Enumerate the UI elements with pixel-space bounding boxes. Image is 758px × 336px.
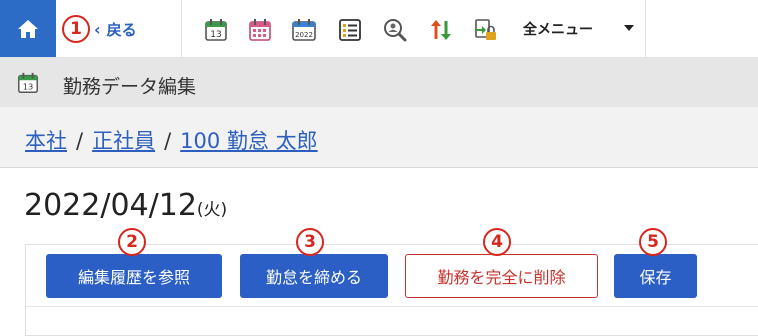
chevron-down-icon[interactable]	[624, 25, 634, 31]
calendar-icon: 13	[18, 72, 38, 93]
annotation-marker-1: 1	[62, 15, 90, 43]
toolbar-divider	[181, 0, 182, 57]
breadcrumb-separator: /	[164, 129, 172, 153]
back-label: 戻る	[106, 20, 137, 39]
breadcrumb-employment-type[interactable]: 正社員	[92, 129, 155, 153]
save-button[interactable]: 保存	[614, 254, 697, 298]
edit-history-button[interactable]: 編集履歴を参照	[46, 254, 222, 298]
calendar-day-text: 13	[210, 30, 221, 40]
home-icon	[18, 19, 38, 38]
back-button[interactable]: ‹ 戻る	[94, 18, 137, 40]
top-toolbar: ‹ 戻る 13 2022 全メニュー	[0, 0, 758, 58]
breadcrumb-employee[interactable]: 100 勤怠 太郎	[180, 129, 317, 153]
all-menu-dropdown[interactable]: 全メニュー	[523, 19, 593, 39]
annotation-marker-4: 4	[483, 228, 511, 256]
calendar-grid-icon[interactable]	[247, 17, 273, 43]
chevron-left-icon: ‹	[94, 19, 101, 39]
page-title: 勤務データ編集	[63, 76, 197, 98]
annotation-marker-5: 5	[639, 228, 667, 256]
breadcrumb-company[interactable]: 本社	[25, 129, 67, 153]
page-title-bar: 13 勤務データ編集	[0, 58, 758, 107]
sort-arrows-icon[interactable]	[428, 17, 454, 43]
calendar-2022-icon[interactable]: 2022	[291, 17, 317, 43]
delete-work-button[interactable]: 勤務を完全に削除	[405, 254, 598, 298]
date-weekday: (火)	[196, 200, 228, 220]
list-icon[interactable]	[337, 17, 363, 43]
annotation-marker-3: 3	[296, 228, 324, 256]
calendar-13-icon[interactable]: 13	[203, 17, 229, 43]
annotation-marker-2: 2	[118, 228, 146, 256]
breadcrumb: 本社 / 正社員 / 100 勤怠 太郎	[25, 125, 318, 155]
breadcrumb-area: 本社 / 正社員 / 100 勤怠 太郎	[0, 107, 758, 168]
panel-divider	[26, 306, 758, 307]
work-date: 2022/04/12(火)	[24, 188, 227, 223]
close-attendance-button[interactable]: 勤怠を締める	[240, 254, 388, 298]
search-person-icon[interactable]	[382, 17, 408, 43]
toolbar-divider	[645, 0, 646, 57]
breadcrumb-separator: /	[76, 129, 84, 153]
home-button[interactable]	[0, 0, 56, 57]
calendar-day-text: 13	[23, 81, 34, 91]
calendar-year-text: 2022	[295, 31, 313, 39]
date-value: 2022/04/12	[24, 188, 197, 223]
lock-transfer-icon[interactable]	[472, 17, 498, 43]
